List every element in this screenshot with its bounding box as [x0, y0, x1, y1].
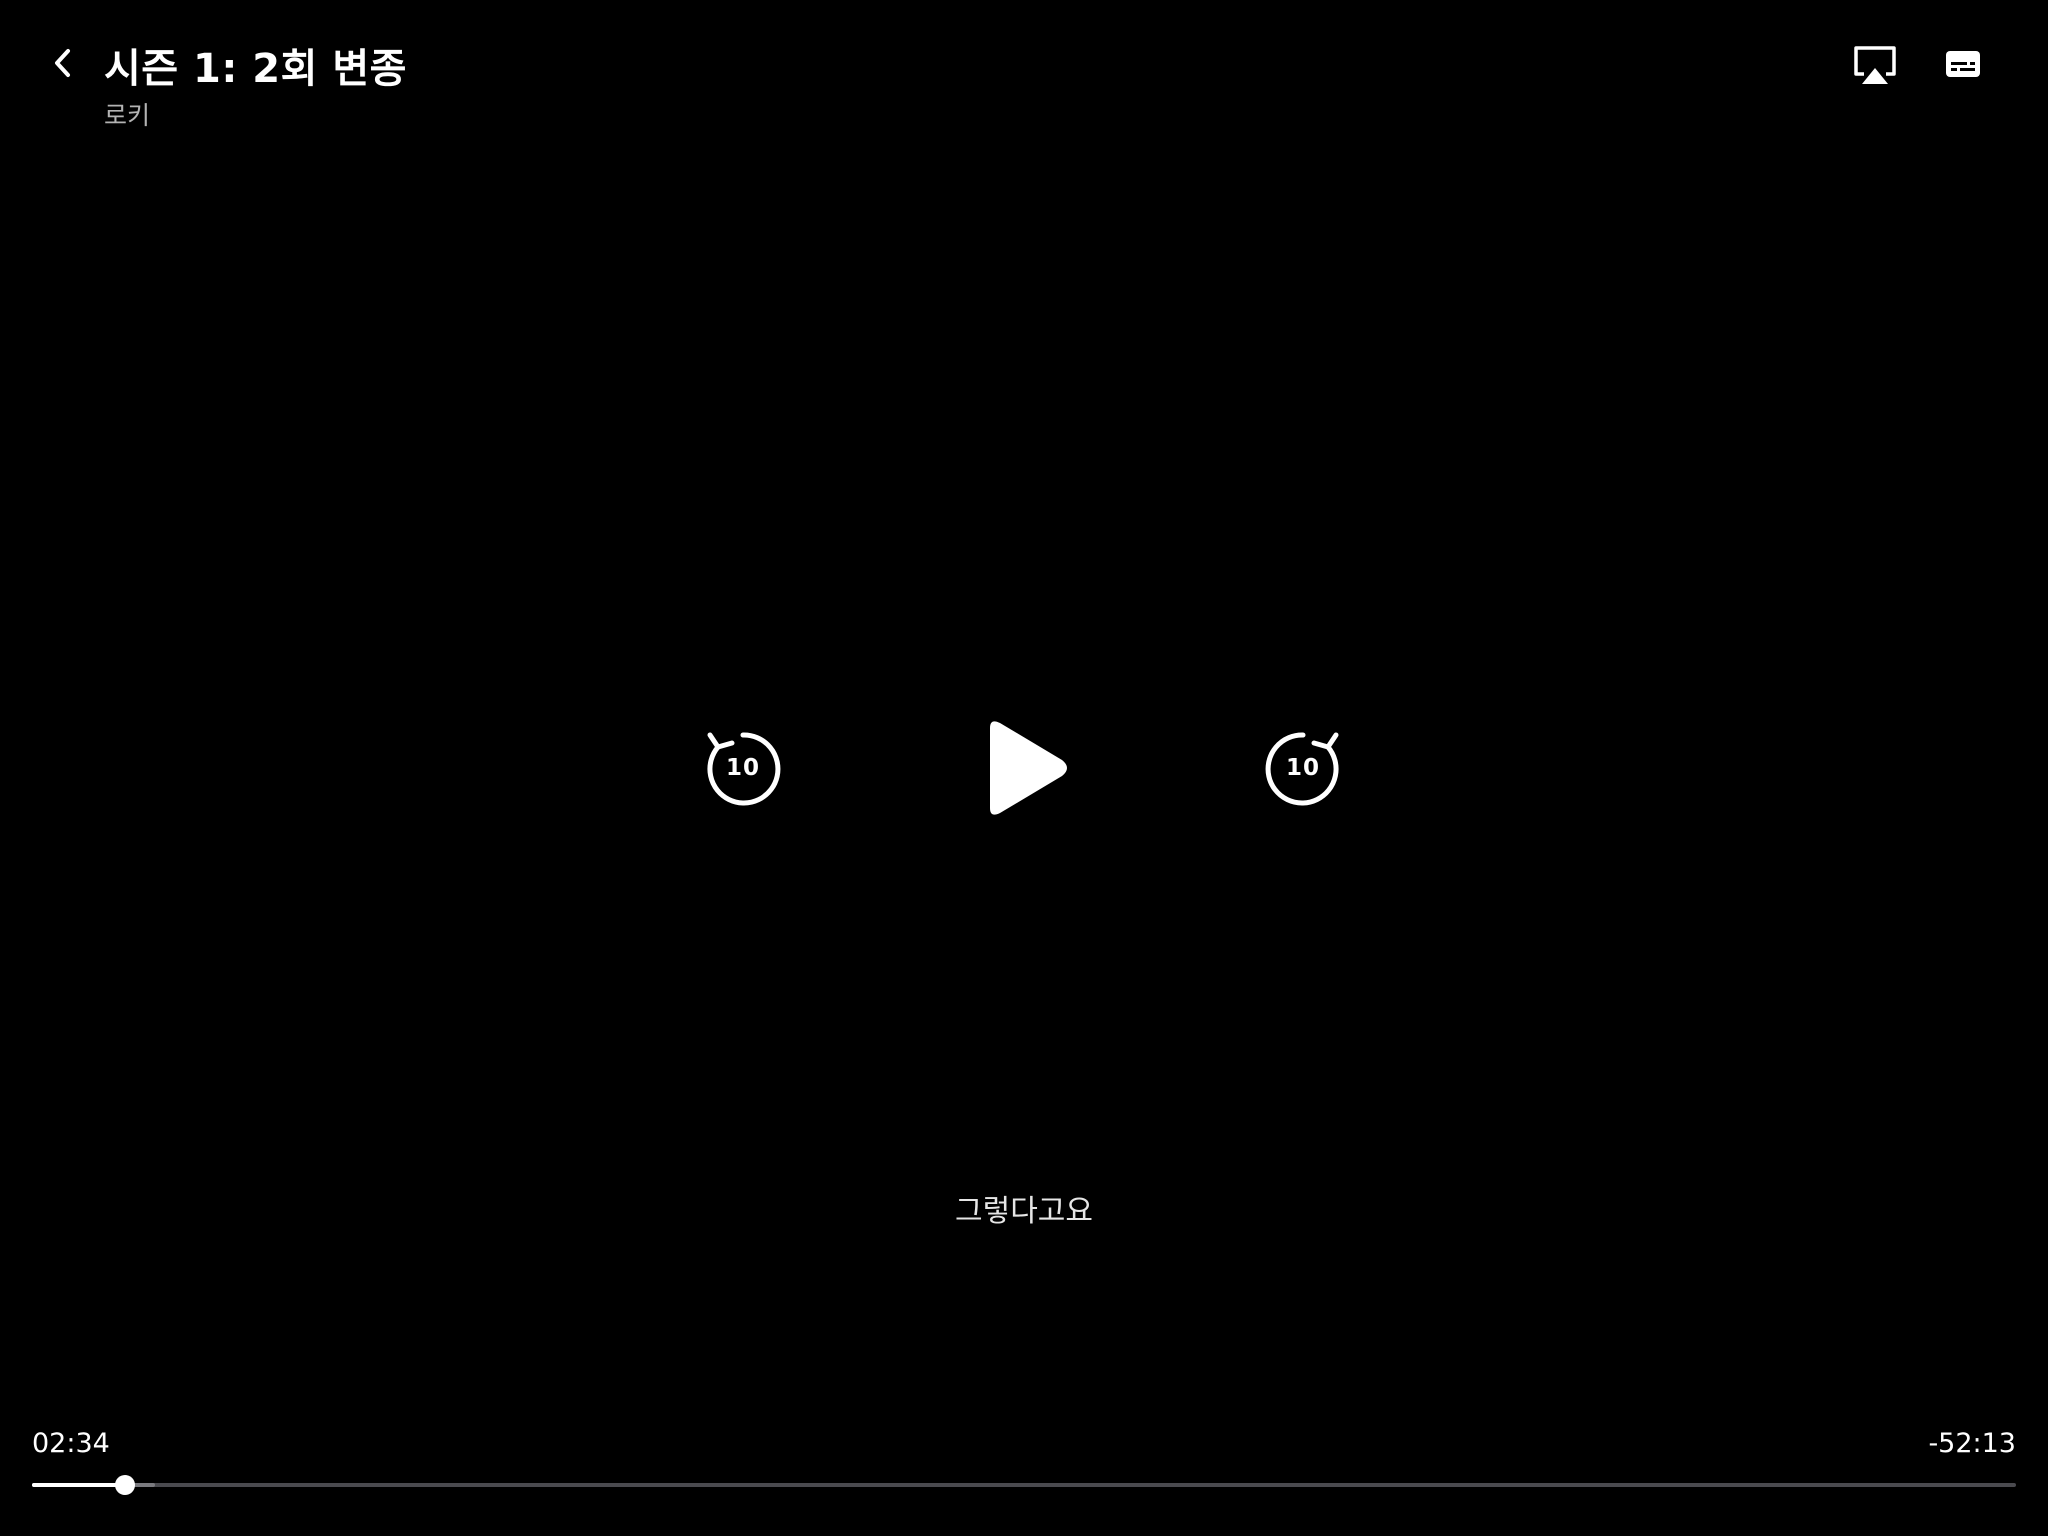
subtitles-button[interactable] [1945, 48, 1981, 80]
elapsed-time: 02:34 [32, 1428, 110, 1459]
subtitle-caption: 그렇다고요 [955, 1194, 1093, 1229]
episode-title: 시즌 1: 2회 변종 [104, 46, 407, 92]
airplay-button[interactable] [1852, 44, 1898, 86]
skip-forward-label: 10 [1285, 755, 1320, 781]
skip-back-10-button[interactable]: 10 [700, 725, 786, 811]
progress-fill [32, 1483, 125, 1487]
chevron-left-icon [55, 49, 70, 77]
skip-back-label: 10 [725, 755, 760, 781]
top-bar: 시즌 1: 2회 변종 로키 [0, 0, 2048, 140]
airplay-icon [1854, 46, 1896, 84]
playback-controls: 10 10 [0, 700, 2048, 840]
video-player[interactable]: 시즌 1: 2회 변종 로키 10 10 그렇다고요 02:34 -52:13 [0, 0, 2048, 1536]
progress-scrubber[interactable] [114, 1475, 135, 1495]
show-name: 로키 [104, 101, 151, 130]
progress-bar[interactable] [32, 1475, 2016, 1495]
subtitles-icon [1946, 51, 1980, 77]
remaining-time: -52:13 [1928, 1428, 2016, 1459]
skip-forward-10-button[interactable]: 10 [1260, 725, 1346, 811]
play-icon [990, 721, 1067, 815]
back-button[interactable] [40, 40, 86, 86]
play-button[interactable] [978, 718, 1074, 818]
